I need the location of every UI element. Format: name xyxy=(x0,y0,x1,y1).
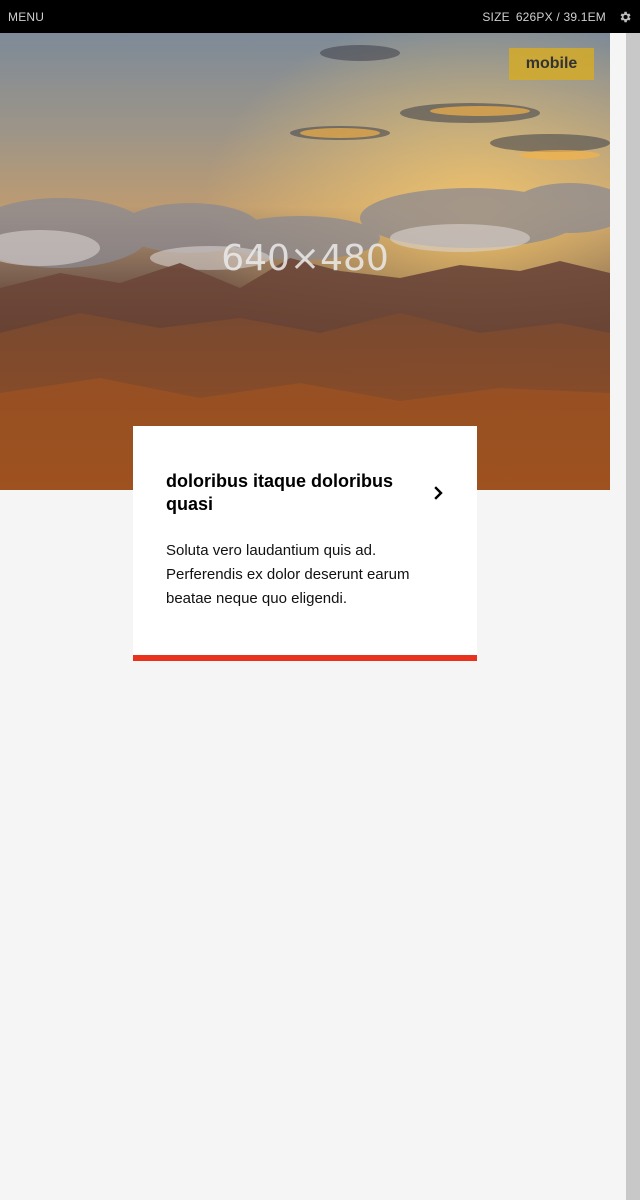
chevron-right-icon[interactable] xyxy=(432,486,446,500)
gear-icon[interactable] xyxy=(618,10,632,24)
hero-image: 640×480 mobile xyxy=(0,33,610,490)
content-card[interactable]: doloribus itaque doloribus quasi Soluta … xyxy=(133,426,477,661)
viewport-resize-handle[interactable] xyxy=(626,33,640,1200)
size-value: 626PX / 39.1EM xyxy=(515,9,606,24)
top-toolbar: MENU SIZE 626PX / 39.1EM xyxy=(0,0,640,33)
size-readout: SIZE 626PX / 39.1EM xyxy=(482,10,640,24)
menu-button[interactable]: MENU xyxy=(0,10,44,24)
size-label: SIZE xyxy=(482,9,510,24)
image-dimension-label: 640×480 xyxy=(221,238,389,279)
card-header: doloribus itaque doloribus quasi xyxy=(166,470,446,516)
card-title[interactable]: doloribus itaque doloribus quasi xyxy=(166,470,416,516)
mobile-badge: mobile xyxy=(509,48,594,80)
card-body-text: Soluta vero laudantium quis ad. Perferen… xyxy=(166,542,410,607)
preview-viewport: 640×480 mobile doloribus itaque doloribu… xyxy=(0,33,626,1200)
